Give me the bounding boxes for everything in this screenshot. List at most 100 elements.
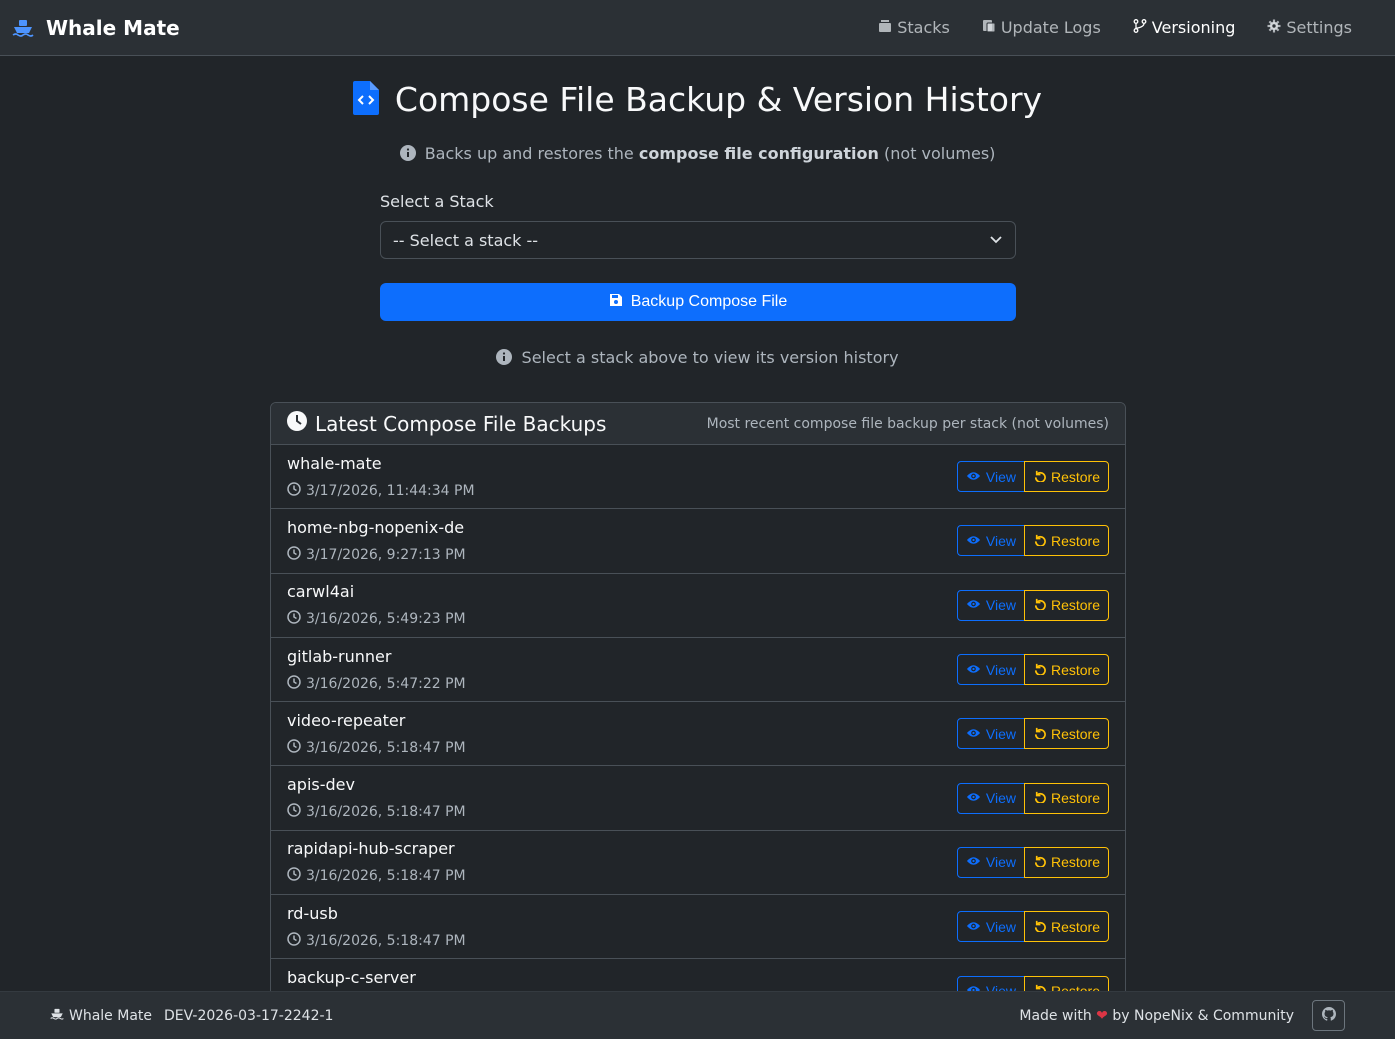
backup-info: apis-dev 3/16/2026, 5:18:47 PM <box>287 775 466 821</box>
row-actions: View Restore <box>956 461 1109 493</box>
card-header: Latest Compose File Backups Most recent … <box>271 403 1125 445</box>
restore-label: Restore <box>1050 597 1100 614</box>
timestamp: 3/17/2026, 9:27:13 PM <box>306 546 466 563</box>
backup-info: rapidapi-hub-scraper 3/16/2026, 5:18:47 P… <box>287 839 466 885</box>
card-title: Latest Compose File Backups <box>287 411 606 436</box>
restore-button[interactable]: Restore <box>1023 911 1109 943</box>
backup-info: video-repeater 3/16/2026, 5:18:47 PM <box>287 711 466 757</box>
undo-icon <box>1033 790 1046 806</box>
backup-time: 3/16/2026, 5:18:47 PM <box>287 803 466 821</box>
backup-row: carwl4ai 3/16/2026, 5:49:23 PM View Restore <box>271 574 1125 638</box>
row-actions: View Restore <box>956 654 1109 686</box>
restore-button[interactable]: Restore <box>1023 461 1109 493</box>
nav-item-versioning[interactable]: Versioning <box>1117 10 1252 45</box>
view-button[interactable]: View <box>956 846 1025 878</box>
credits-by: by NopeNix & Community <box>1112 1007 1294 1024</box>
restore-button[interactable]: Restore <box>1023 718 1109 750</box>
footer-app-name: Whale Mate <box>69 1007 153 1024</box>
backup-row: home-nbg-nopenix-de 3/17/2026, 9:27:13 PM… <box>271 509 1125 574</box>
timestamp: 3/16/2026, 5:18:47 PM <box>306 804 466 821</box>
stack-name: home-nbg-nopenix-de <box>287 517 465 537</box>
main-nav: Stacks Update Logs Versioning Settings <box>862 10 1368 45</box>
branch-icon <box>1133 18 1147 37</box>
view-button[interactable]: View <box>956 718 1025 750</box>
view-button[interactable]: View <box>956 911 1025 943</box>
backup-info: gitlab-runner 3/16/2026, 5:47:22 PM <box>287 647 466 693</box>
restore-button[interactable]: Restore <box>1023 975 1109 991</box>
github-button[interactable] <box>1312 1000 1345 1031</box>
brand[interactable]: Whale Mate <box>12 16 180 40</box>
nav-label: Stacks <box>897 18 950 37</box>
undo-icon <box>1033 919 1046 935</box>
eye-icon <box>966 662 981 678</box>
nav-item-stacks[interactable]: Stacks <box>862 10 966 45</box>
view-label: View <box>985 597 1016 614</box>
backup-compose-button[interactable]: Backup Compose File <box>380 283 1016 321</box>
restore-button[interactable]: Restore <box>1023 589 1109 621</box>
restore-button[interactable]: Restore <box>1023 782 1109 814</box>
restore-label: Restore <box>1050 661 1100 678</box>
undo-icon <box>1033 854 1046 870</box>
subtitle-text: Backs up and restores the <box>424 144 634 163</box>
view-button[interactable]: View <box>956 525 1025 557</box>
view-button[interactable]: View <box>956 461 1025 493</box>
undo-icon <box>1033 662 1046 678</box>
backup-row: whale-mate 3/17/2026, 11:44:34 PM View Rest… <box>271 445 1125 510</box>
stack-name: gitlab-runner <box>287 646 392 666</box>
info-icon <box>496 349 513 369</box>
eye-icon <box>966 983 981 991</box>
row-actions: View Restore <box>956 911 1109 943</box>
card-title-text: Latest Compose File Backups <box>315 411 607 436</box>
view-button[interactable]: View <box>956 975 1025 991</box>
backup-time: 3/16/2026, 5:49:23 PM <box>287 610 466 628</box>
backup-row: backup-c-server View Restore <box>271 959 1125 991</box>
backup-info: whale-mate 3/17/2026, 11:44:34 PM <box>287 454 475 500</box>
made-with-text: Made with <box>1019 1007 1092 1024</box>
nav-label: Update Logs <box>1000 18 1101 37</box>
backup-button-label: Backup Compose File <box>630 293 788 310</box>
stack-name: whale-mate <box>287 453 382 473</box>
restore-button[interactable]: Restore <box>1023 654 1109 686</box>
stack-name: apis-dev <box>287 775 355 795</box>
view-button[interactable]: View <box>956 654 1025 686</box>
backup-time: 3/16/2026, 5:18:47 PM <box>287 739 466 757</box>
view-button[interactable]: View <box>956 782 1025 814</box>
code-file-icon <box>352 80 379 119</box>
restore-label: Restore <box>1051 983 1100 991</box>
clock-icon <box>287 803 301 821</box>
view-label: View <box>985 661 1016 678</box>
clock-icon <box>287 931 301 950</box>
nav-item-update-logs[interactable]: Update Logs <box>966 10 1117 45</box>
timestamp: 3/17/2026, 11:44:34 PM <box>306 482 475 499</box>
ship-icon <box>50 1007 64 1025</box>
nav-label: Settings <box>1286 18 1352 37</box>
layers-icon <box>878 18 892 37</box>
restore-button[interactable]: Restore <box>1023 846 1109 878</box>
nav-item-settings[interactable]: Settings <box>1251 10 1368 45</box>
github-icon <box>1321 1006 1336 1025</box>
restore-button[interactable]: Restore <box>1023 525 1109 557</box>
row-actions: View Restore <box>956 846 1109 878</box>
backup-row: apis-dev 3/16/2026, 5:18:47 PM View Restore <box>271 766 1125 831</box>
logs-icon <box>982 18 996 37</box>
view-button[interactable]: View <box>956 589 1025 621</box>
select-stack-label: Select a Stack <box>380 192 494 211</box>
info-icon <box>399 145 416 165</box>
clock-icon <box>287 867 301 885</box>
restore-label: Restore <box>1050 532 1100 549</box>
restore-label: Restore <box>1050 468 1100 485</box>
view-label: View <box>985 918 1016 935</box>
eye-icon <box>966 790 981 806</box>
main-content: Compose File Backup & Version History Ba… <box>0 56 1395 991</box>
backup-row: rapidapi-hub-scraper 3/16/2026, 5:18:47 P… <box>271 831 1125 896</box>
clock-icon <box>287 481 301 500</box>
heart-icon: ❤ <box>1096 1007 1108 1024</box>
nav-label: Versioning <box>1151 18 1236 37</box>
backup-row: rd-usb 3/16/2026, 5:18:47 PM View Restore <box>271 895 1125 960</box>
chevron-down-icon <box>989 231 1003 250</box>
eye-icon <box>966 854 981 870</box>
stack-select[interactable]: -- Select a stack -- <box>380 221 1016 259</box>
credits: Made with ❤ by NopeNix & Community <box>1019 1008 1294 1024</box>
undo-icon <box>1033 469 1046 485</box>
select-hint: Select a stack above to view its version… <box>0 348 1395 369</box>
